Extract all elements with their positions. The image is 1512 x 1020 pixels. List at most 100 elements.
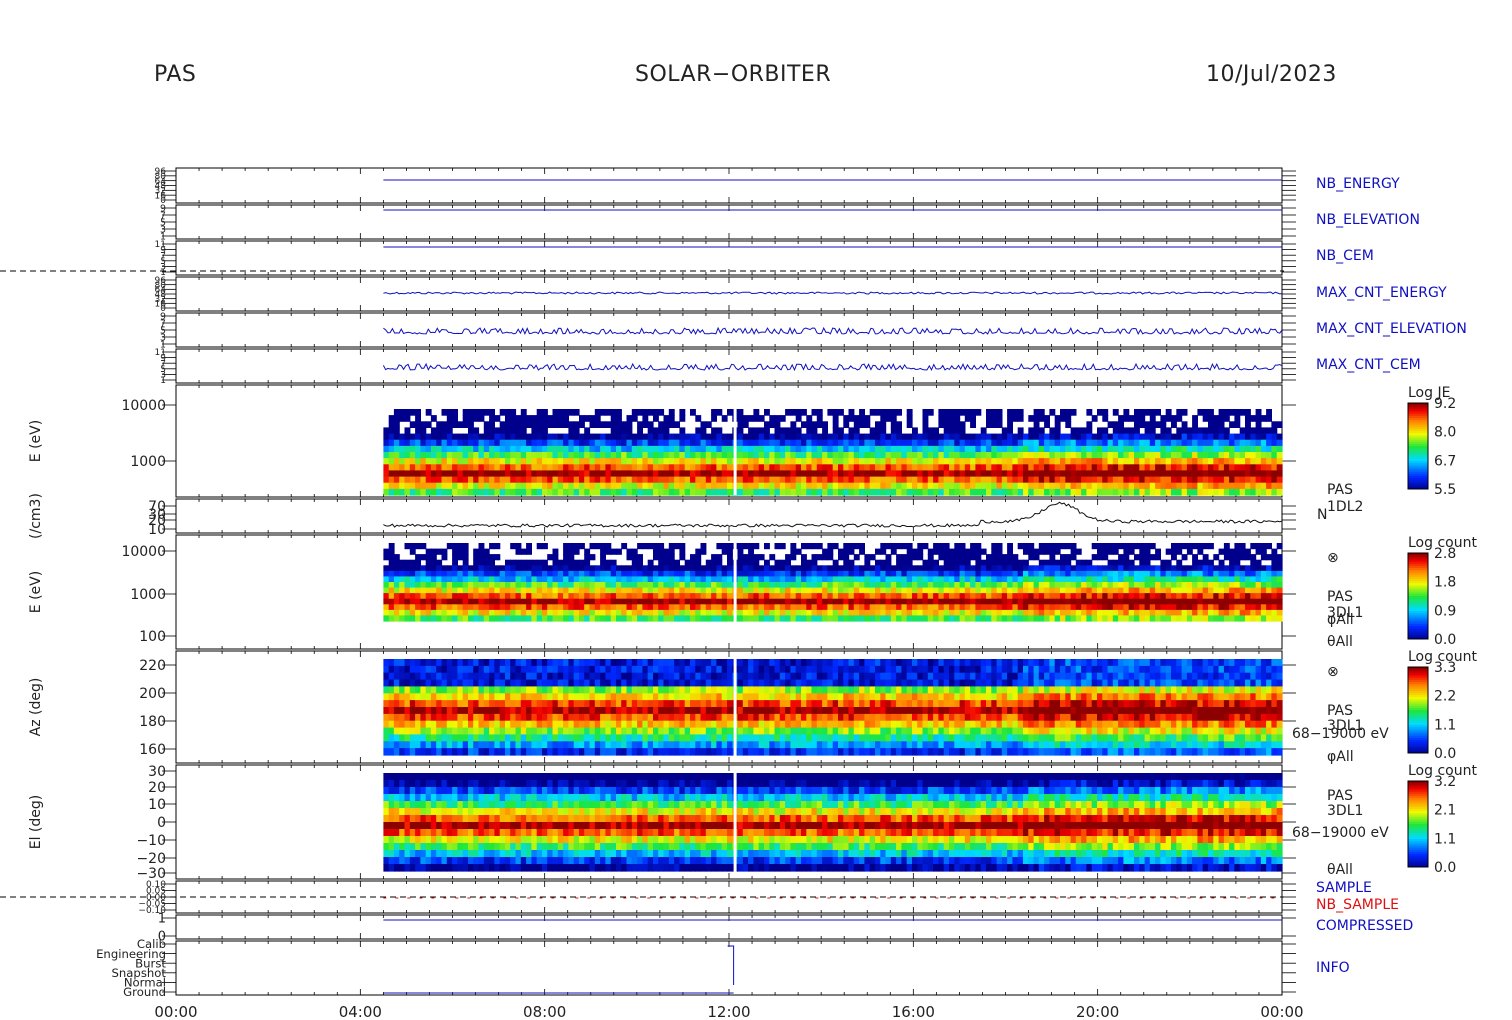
heatmap-cell	[388, 452, 395, 459]
heatmap-cell	[399, 482, 406, 490]
heatmap-cell	[769, 476, 776, 484]
heatmap-cell	[853, 470, 860, 478]
heatmap-cell	[531, 488, 538, 496]
heatmap-cell	[605, 421, 612, 428]
heatmap-cell	[869, 604, 876, 611]
heatmap-cell	[1070, 548, 1077, 555]
heatmap-cell	[742, 445, 749, 453]
heatmap-cell	[901, 476, 908, 484]
heatmap-cell	[605, 576, 612, 583]
heatmap-cell	[626, 427, 633, 435]
heatmap-cell	[1091, 543, 1098, 550]
heatmap-cell	[430, 445, 437, 453]
heatmap-cell	[663, 554, 670, 561]
heatmap-cell	[568, 421, 575, 428]
heatmap-cell	[927, 482, 934, 490]
heatmap-cell	[869, 615, 876, 622]
heatmap-cell	[695, 415, 702, 422]
heatmap-cell	[753, 559, 760, 566]
heatmap-cell	[621, 565, 628, 572]
heatmap-cell	[816, 470, 823, 478]
heatmap-cell	[1192, 470, 1198, 478]
heatmap-cell	[1091, 482, 1098, 490]
heatmap-cell	[1149, 445, 1156, 453]
heatmap-cell	[552, 470, 559, 478]
heatmap-cell	[1123, 433, 1130, 441]
heatmap-cell	[1266, 409, 1272, 416]
heatmap-cell	[510, 565, 517, 572]
heatmap-cell	[716, 609, 723, 617]
heatmap-cell	[462, 421, 469, 428]
heatmap-cell	[552, 604, 559, 611]
heatmap-cell	[700, 598, 707, 605]
heatmap-cell	[1070, 452, 1077, 459]
heatmap-cell	[779, 587, 786, 594]
heatmap-cell	[388, 445, 395, 453]
heatmap-cell	[563, 598, 569, 605]
heatmap-cell	[801, 615, 807, 622]
heatmap-cell	[621, 598, 628, 605]
heatmap-cell	[695, 570, 702, 578]
heatmap-cell	[568, 615, 575, 622]
heatmap-cell	[700, 482, 707, 490]
heatmap-cell	[457, 604, 464, 611]
heatmap-cell	[933, 587, 939, 594]
heatmap-cell	[563, 609, 569, 617]
heatmap-cell	[552, 598, 559, 605]
heatmap-cell	[637, 604, 643, 611]
heatmap-cell	[642, 476, 649, 484]
heatmap-cell	[457, 598, 464, 605]
heatmap-cell	[1197, 482, 1204, 490]
heatmap-cell	[848, 576, 855, 583]
heatmap-cell	[510, 604, 517, 611]
heatmap-cell	[748, 565, 754, 572]
heatmap-cell	[1060, 587, 1066, 594]
heatmap-cell	[843, 587, 850, 594]
heatmap-cell	[563, 409, 569, 416]
heatmap-cell	[890, 570, 897, 578]
heatmap-cell	[901, 609, 908, 617]
heatmap-cell	[1250, 488, 1257, 496]
heatmap-cell	[811, 565, 818, 572]
heatmap-cell	[964, 604, 971, 611]
heatmap-cell	[1007, 543, 1013, 550]
heatmap-cell	[393, 470, 400, 478]
heatmap-cell	[388, 615, 395, 622]
heatmap-cell	[880, 576, 887, 583]
heatmap-cell	[1001, 433, 1008, 441]
heatmap-cell	[896, 476, 902, 484]
heatmap-cell	[1255, 488, 1262, 496]
heatmap-cell	[605, 543, 612, 550]
heatmap-cell	[1107, 421, 1114, 428]
heatmap-cell	[827, 570, 834, 578]
heatmap-cell	[885, 543, 892, 550]
heatmap-cell	[536, 433, 543, 441]
heatmap-cell	[1033, 488, 1040, 496]
heatmap-cell	[436, 548, 443, 555]
heatmap-cell	[584, 593, 591, 600]
heatmap-cell	[1017, 415, 1024, 422]
heatmap-cell	[674, 421, 680, 428]
heatmap-cell	[1049, 587, 1056, 594]
heatmap-cell	[542, 470, 548, 478]
heatmap-cell	[430, 559, 437, 566]
heatmap-cell	[901, 582, 908, 589]
heatmap-cell	[838, 488, 844, 496]
heatmap-cell	[1234, 421, 1241, 428]
heatmap-cell	[1202, 458, 1209, 465]
heatmap-cell	[1202, 452, 1209, 459]
heatmap-cell	[1118, 554, 1124, 561]
heatmap-cell	[409, 464, 416, 471]
heatmap-cell	[674, 482, 680, 490]
heatmap-cell	[631, 576, 638, 583]
heatmap-cell	[822, 609, 828, 617]
heatmap-cell	[774, 615, 781, 622]
heatmap-cell	[674, 582, 680, 589]
heatmap-cell	[959, 452, 966, 459]
heatmap-cell	[557, 445, 564, 453]
heatmap-cell	[1239, 439, 1246, 447]
heatmap-cell	[473, 604, 480, 611]
heatmap-cell	[880, 409, 887, 416]
heatmap-cell	[790, 427, 797, 435]
heatmap-cell	[922, 598, 929, 605]
